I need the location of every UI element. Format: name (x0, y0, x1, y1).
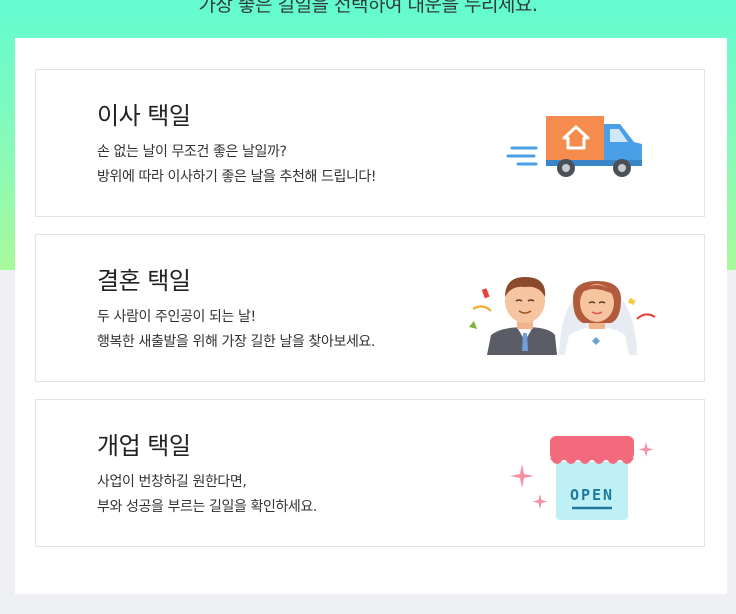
hero-subtitle: 가장 좋은 길일을 선택하여 대운을 누리세요. (198, 0, 538, 16)
business-opening-card[interactable]: 개업 택일 사업이 번창하길 원한다면, 부와 성공을 부르는 길일을 확인하세… (35, 399, 705, 547)
moving-date-card[interactable]: 이사 택일 손 없는 날이 무조건 좋은 날일까? 방위에 따라 이사하기 좋은… (35, 69, 705, 217)
open-sign-text: OPEN (570, 486, 614, 504)
card-description: 두 사람이 주인공이 되는 날! 행복한 새출발을 위해 가장 길한 날을 찾아… (97, 305, 375, 355)
sparkle-icon (510, 464, 534, 488)
card-description-line: 방위에 따라 이사하기 좋은 날을 추천해 드립니다! (97, 169, 377, 185)
wedding-couple-icon (469, 277, 656, 355)
card-description: 사업이 번창하길 원한다면, 부와 성공을 부르는 길일을 확인하세요. (97, 470, 317, 520)
moving-truck-icon (506, 116, 642, 177)
card-description-line: 행복한 새출발을 위해 가장 길한 날을 찾아보세요. (97, 334, 375, 350)
card-description-line: 손 없는 날이 무조건 좋은 날일까? (97, 144, 287, 160)
card-title: 결혼 택일 (97, 267, 191, 295)
card-description-line: 사업이 번창하길 원한다면, (97, 474, 247, 490)
card-title: 개업 택일 (97, 432, 191, 460)
content-panel: 이사 택일 손 없는 날이 무조건 좋은 날일까? 방위에 따라 이사하기 좋은… (15, 38, 727, 594)
sparkle-icon (638, 442, 654, 457)
wedding-date-card[interactable]: 결혼 택일 두 사람이 주인공이 되는 날! 행복한 새출발을 위해 가장 길한… (35, 234, 705, 382)
card-description-line: 부와 성공을 부르는 길일을 확인하세요. (97, 499, 317, 515)
card-title: 이사 택일 (97, 102, 191, 130)
card-description: 손 없는 날이 무조건 좋은 날일까? 방위에 따라 이사하기 좋은 날을 추천… (97, 140, 377, 190)
sparkle-icon (532, 494, 548, 509)
card-description-line: 두 사람이 주인공이 되는 날! (97, 309, 256, 325)
open-store-icon: OPEN (510, 436, 654, 520)
